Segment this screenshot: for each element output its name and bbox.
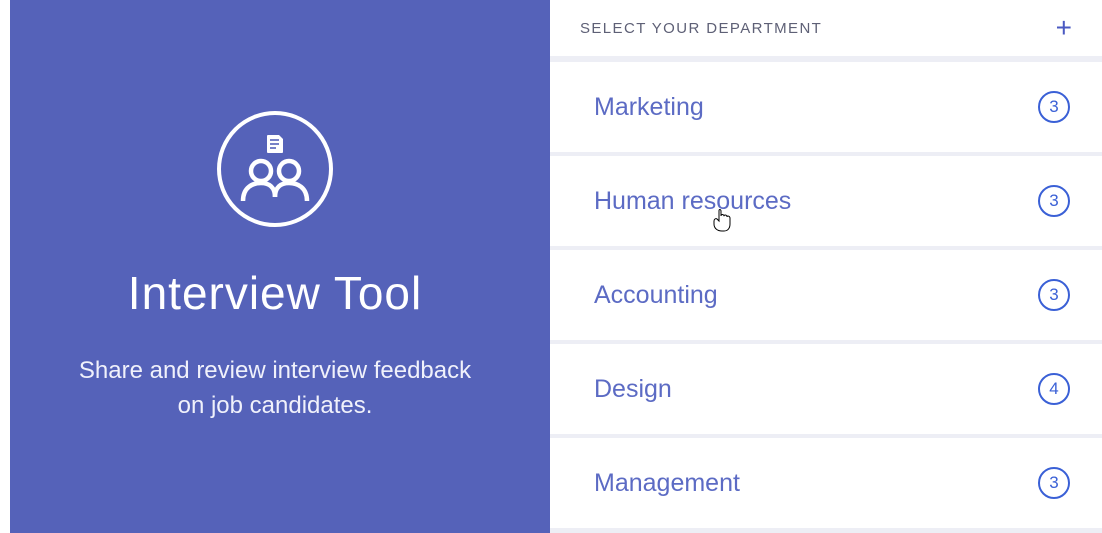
interview-people-icon	[215, 109, 335, 234]
department-item-management[interactable]: Management 3	[550, 438, 1102, 528]
panel-header: SELECT YOUR DEPARTMENT +	[550, 0, 1102, 56]
panel-header-label: SELECT YOUR DEPARTMENT	[580, 20, 822, 37]
plus-icon: +	[1056, 12, 1072, 43]
app-subtitle: Share and review interview feedback on j…	[75, 354, 475, 424]
department-list: Marketing 3 Human resources 3 Accounting…	[550, 56, 1102, 533]
intro-panel: Interview Tool Share and review intervie…	[0, 0, 550, 533]
department-item-design[interactable]: Design 4	[550, 344, 1102, 434]
department-name: Management	[594, 469, 740, 498]
department-item-human-resources[interactable]: Human resources 3	[550, 156, 1102, 246]
app-title: Interview Tool	[128, 266, 422, 320]
department-panel: SELECT YOUR DEPARTMENT + Marketing 3 Hum…	[550, 0, 1102, 533]
count-badge: 3	[1038, 279, 1070, 311]
add-department-button[interactable]: +	[1056, 14, 1072, 42]
department-name: Accounting	[594, 281, 718, 310]
app-root: Interview Tool Share and review intervie…	[0, 0, 1102, 533]
count-badge: 3	[1038, 91, 1070, 123]
count-badge: 3	[1038, 467, 1070, 499]
department-name: Marketing	[594, 93, 704, 122]
department-name: Design	[594, 375, 672, 404]
department-item-accounting[interactable]: Accounting 3	[550, 250, 1102, 340]
department-item-marketing[interactable]: Marketing 3	[550, 62, 1102, 152]
count-badge: 3	[1038, 185, 1070, 217]
department-name: Human resources	[594, 187, 791, 216]
count-badge: 4	[1038, 373, 1070, 405]
